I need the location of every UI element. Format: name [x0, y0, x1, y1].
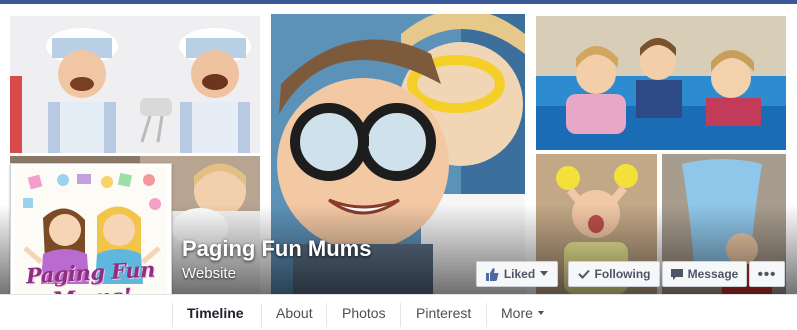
page-title[interactable]: Paging Fun Mums	[182, 236, 371, 262]
message-button[interactable]: Message	[662, 261, 747, 287]
chevron-down-icon	[540, 271, 549, 277]
tab-more[interactable]: More	[501, 295, 544, 330]
nav-divider	[486, 303, 487, 327]
caret-down-icon	[537, 311, 544, 315]
cover-photo-slide	[536, 16, 786, 150]
tab-more-label: More	[501, 305, 533, 321]
tab-about[interactable]: About	[276, 295, 313, 330]
page-nav-bar: Timeline About Photos Pinterest More	[0, 294, 797, 330]
more-options-button[interactable]: •••	[749, 261, 785, 287]
tab-photos[interactable]: Photos	[342, 295, 386, 330]
following-button[interactable]: Following	[568, 261, 660, 287]
ellipsis-icon: •••	[757, 265, 777, 283]
liked-button[interactable]: Liked	[476, 261, 558, 287]
following-label: Following	[594, 267, 651, 281]
page-category[interactable]: Website	[182, 265, 236, 282]
message-label: Message	[687, 267, 739, 281]
tab-timeline[interactable]: Timeline	[187, 295, 244, 330]
checkmark-icon	[577, 269, 590, 279]
thumbs-up-icon	[485, 267, 499, 281]
nav-divider	[261, 303, 262, 327]
nav-divider	[326, 303, 327, 327]
nav-divider	[400, 303, 401, 327]
tab-pinterest[interactable]: Pinterest	[416, 295, 471, 330]
liked-label: Liked	[503, 267, 536, 281]
message-bubble-icon	[670, 268, 683, 280]
cover-photo-chefs	[10, 16, 260, 153]
nav-divider	[172, 303, 173, 327]
